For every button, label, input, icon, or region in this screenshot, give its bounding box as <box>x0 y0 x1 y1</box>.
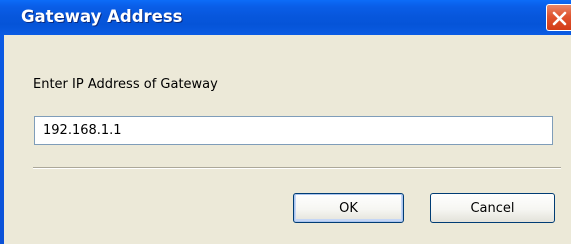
close-icon <box>552 11 567 26</box>
dialog-window: Gateway Address Enter IP Address of Gate… <box>0 0 571 244</box>
close-button[interactable] <box>546 4 571 31</box>
separator <box>33 167 561 169</box>
dialog-body: Enter IP Address of Gateway OK Cancel <box>4 35 571 244</box>
window-title: Gateway Address <box>21 7 183 26</box>
ip-address-input[interactable] <box>34 116 553 145</box>
ip-prompt-label: Enter IP Address of Gateway <box>33 77 218 92</box>
ok-button[interactable]: OK <box>293 193 404 223</box>
title-bar[interactable]: Gateway Address <box>0 0 571 35</box>
cancel-button[interactable]: Cancel <box>430 193 555 223</box>
